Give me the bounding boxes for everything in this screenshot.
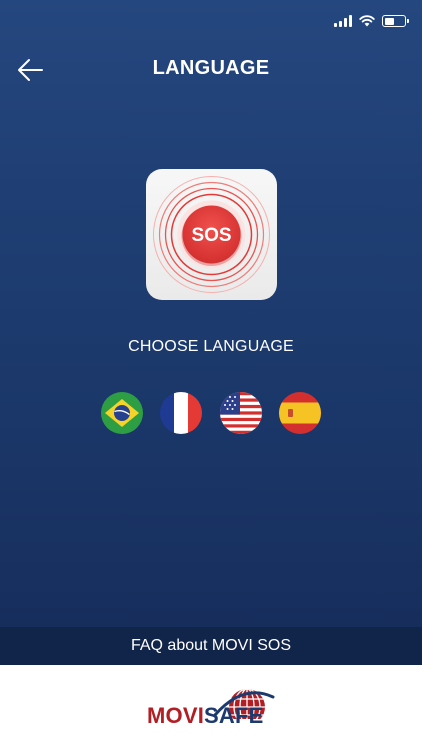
page-title: LANGUAGE <box>152 57 270 79</box>
logo-wordmark: MOVISAFE <box>147 703 264 729</box>
sos-button-icon: SOS <box>153 176 270 293</box>
wifi-icon <box>359 15 375 27</box>
flag-france-button[interactable] <box>160 392 202 434</box>
usa-flag-icon <box>220 392 262 434</box>
status-bar <box>0 0 422 44</box>
flag-brazil-button[interactable] <box>101 392 143 434</box>
language-flags <box>101 392 321 434</box>
france-flag-icon <box>160 392 202 434</box>
status-icons <box>334 15 409 27</box>
footer: MOVISAFE <box>0 665 422 750</box>
battery-fill <box>384 17 394 25</box>
faq-label: FAQ about MOVI SOS <box>130 637 292 654</box>
faq-link[interactable]: FAQ about MOVI SOS <box>0 627 422 665</box>
choose-language-label: CHOOSE LANGUAGE <box>128 338 294 355</box>
flag-usa-button[interactable] <box>220 392 262 434</box>
logo-part-safe: SAFE <box>204 703 264 728</box>
battery-icon <box>382 15 409 27</box>
sos-label: SOS <box>191 225 231 246</box>
movisafe-logo: MOVISAFE <box>147 687 277 737</box>
spain-flag-icon <box>279 392 321 434</box>
brazil-flag-icon <box>101 392 143 434</box>
flag-spain-button[interactable] <box>279 392 321 434</box>
sos-app-icon: SOS <box>146 169 277 300</box>
logo-part-movi: MOVI <box>147 703 205 728</box>
cellular-signal-icon <box>334 15 352 27</box>
